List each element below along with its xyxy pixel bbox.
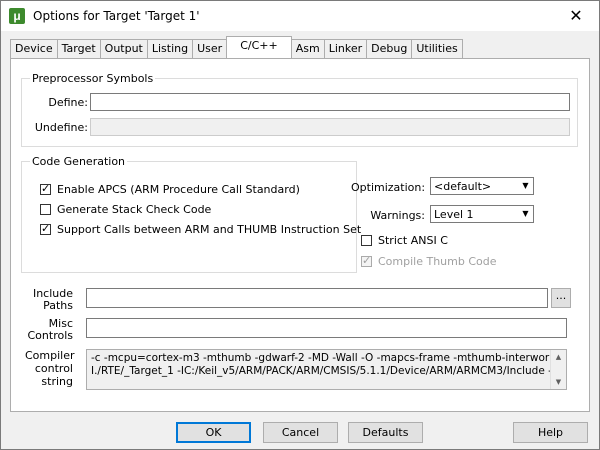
undefine-input <box>90 118 570 136</box>
options-dialog: μ Options for Target 'Target 1' ✕ Device… <box>0 0 600 450</box>
misc-controls-label: Misc Controls <box>25 318 74 342</box>
interwork-label: Support Calls between ARM and THUMB Inst… <box>57 223 362 236</box>
tab-asm[interactable]: Asm <box>290 39 325 58</box>
tab-linker[interactable]: Linker <box>323 39 368 58</box>
compile-thumb-checkbox <box>361 254 372 267</box>
window-title: Options for Target 'Target 1' <box>33 9 200 23</box>
apcs-checkbox[interactable] <box>40 182 51 195</box>
tab-utilities[interactable]: Utilities <box>411 39 463 58</box>
apcs-option[interactable]: Enable APCS (ARM Procedure Call Standard… <box>40 182 300 196</box>
interwork-option[interactable]: Support Calls between ARM and THUMB Inst… <box>40 222 362 236</box>
tab-content: Preprocessor Symbols Define: Undefine: C… <box>10 58 590 412</box>
tab-debug[interactable]: Debug <box>366 39 413 58</box>
keil-app-icon: μ <box>9 8 25 24</box>
include-label-line2: Paths <box>43 299 73 312</box>
optimization-value: <default> <box>434 180 492 193</box>
compile-thumb-label: Compile Thumb Code <box>378 255 497 268</box>
compiler-label-line3: string <box>41 375 73 388</box>
code-generation-group: Code Generation Enable APCS (ARM Procedu… <box>21 155 361 273</box>
interwork-checkbox[interactable] <box>40 222 51 235</box>
define-label: Define: <box>48 96 88 109</box>
title-bar: μ Options for Target 'Target 1' ✕ <box>1 1 599 31</box>
tab-strip: Device Target Output Listing User C/C++ … <box>10 36 463 59</box>
control-string-line2: I./RTE/_Target_1 -IC:/Keil_v5/ARM/PACK/A… <box>91 365 552 377</box>
scroll-down-icon[interactable]: ▼ <box>551 375 566 389</box>
compiler-control-label: Compiler control string <box>25 349 75 388</box>
misc-label-line2: Controls <box>27 329 74 342</box>
defaults-button[interactable]: Defaults <box>348 422 423 443</box>
stack-check-checkbox[interactable] <box>40 204 51 215</box>
tab-user[interactable]: User <box>192 39 228 58</box>
tab-device[interactable]: Device <box>10 39 58 58</box>
stack-check-option[interactable]: Generate Stack Check Code <box>40 203 211 216</box>
include-paths-browse-button[interactable]: ... <box>551 288 571 308</box>
optimization-select[interactable]: <default> ▼ <box>430 177 534 195</box>
include-paths-label: Include Paths <box>25 288 73 312</box>
ok-button[interactable]: OK <box>176 422 251 443</box>
compile-thumb-option: Compile Thumb Code <box>361 254 497 268</box>
define-input[interactable] <box>90 93 570 111</box>
strict-ansi-label: Strict ANSI C <box>378 234 448 247</box>
tab-listing[interactable]: Listing <box>146 39 194 58</box>
code-generation-legend: Code Generation <box>30 155 128 168</box>
tab-output[interactable]: Output <box>99 39 148 58</box>
preprocessor-legend: Preprocessor Symbols <box>30 72 156 85</box>
compiler-label-line1: Compiler <box>25 349 75 362</box>
chevron-down-icon: ▼ <box>522 209 529 218</box>
compiler-label-line2: control <box>34 362 73 375</box>
undefine-label: Undefine: <box>34 121 88 134</box>
tab-c-cpp[interactable]: C/C++ <box>226 36 292 58</box>
misc-controls-input[interactable] <box>86 318 567 338</box>
close-icon[interactable]: ✕ <box>553 1 599 31</box>
scroll-up-icon[interactable]: ▲ <box>551 350 566 364</box>
strict-ansi-option[interactable]: Strict ANSI C <box>361 234 448 247</box>
include-paths-input[interactable] <box>86 288 548 308</box>
chevron-down-icon: ▼ <box>522 181 529 190</box>
warnings-select[interactable]: Level 1 ▼ <box>430 205 534 223</box>
compiler-control-string[interactable]: -c -mcpu=cortex-m3 -mthumb -gdwarf-2 -MD… <box>86 349 567 390</box>
warnings-label: Warnings: <box>370 209 425 222</box>
apcs-label: Enable APCS (ARM Procedure Call Standard… <box>57 183 300 196</box>
stack-check-label: Generate Stack Check Code <box>57 203 212 216</box>
help-button[interactable]: Help <box>513 422 588 443</box>
strict-ansi-checkbox[interactable] <box>361 235 372 246</box>
cancel-button[interactable]: Cancel <box>263 422 338 443</box>
optimization-label: Optimization: <box>351 181 426 194</box>
warnings-value: Level 1 <box>434 208 474 221</box>
preprocessor-group: Preprocessor Symbols Define: Undefine: <box>21 72 578 147</box>
control-string-scrollbar[interactable]: ▲ ▼ <box>550 350 566 389</box>
control-string-line1: -c -mcpu=cortex-m3 -mthumb -gdwarf-2 -MD… <box>91 352 563 364</box>
tab-target[interactable]: Target <box>56 39 101 58</box>
